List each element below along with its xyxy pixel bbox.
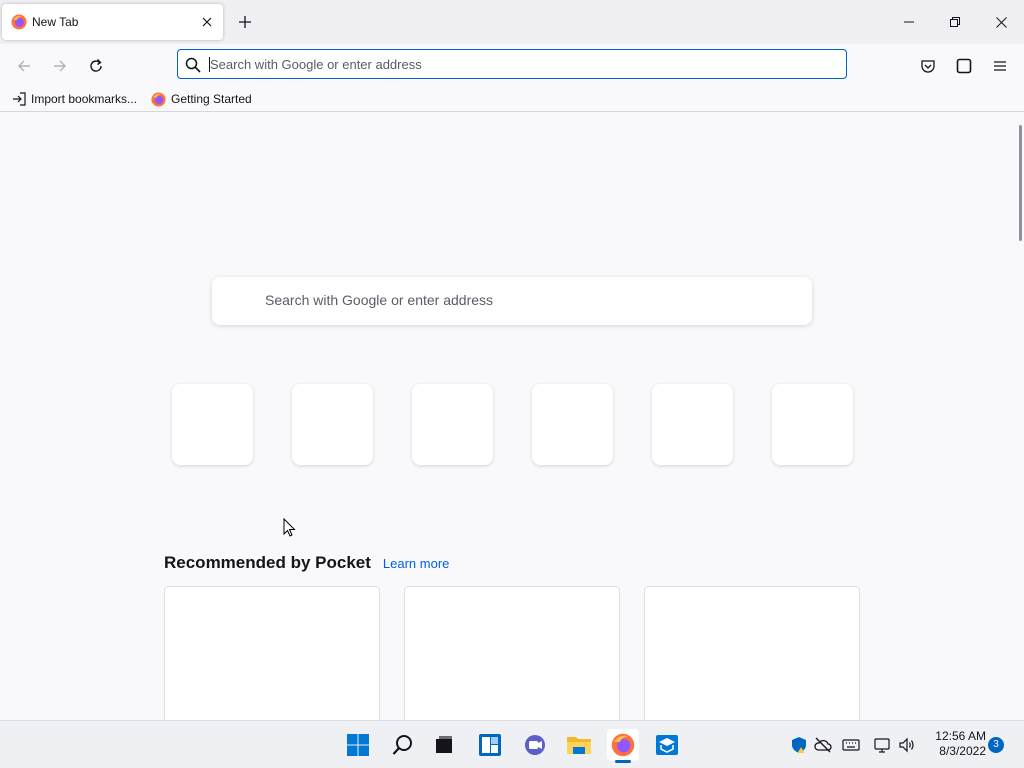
firefox-taskbar-button[interactable] — [607, 729, 639, 763]
bookmark-label: Import bookmarks... — [31, 92, 138, 106]
bookmarks-toolbar: Import bookmarks... Getting Started — [0, 86, 1024, 112]
windows-taskbar: 12:56 AM 8/3/2022 3 — [0, 720, 1024, 768]
firefox-icon — [151, 91, 166, 107]
address-bar[interactable] — [177, 49, 847, 79]
page-scrollbar[interactable] — [1016, 113, 1024, 720]
chat-button[interactable] — [519, 729, 551, 761]
search-icon — [185, 57, 201, 73]
app-menu-button[interactable] — [986, 52, 1014, 80]
navigation-toolbar — [0, 44, 1024, 86]
store-icon — [656, 735, 678, 755]
bookmark-label: Getting Started — [171, 92, 252, 106]
top-site-tile[interactable] — [772, 384, 853, 465]
file-explorer-button[interactable] — [563, 729, 595, 761]
pocket-button[interactable] — [914, 52, 942, 80]
security-tray-icon[interactable] — [789, 735, 809, 755]
top-site-tile[interactable] — [412, 384, 493, 465]
close-window-button[interactable] — [978, 6, 1024, 38]
reload-icon — [90, 59, 102, 72]
shield-warning-icon — [792, 737, 806, 753]
speaker-icon — [899, 737, 914, 753]
mouse-cursor-icon — [283, 518, 296, 537]
pocket-title: Recommended by Pocket — [164, 553, 371, 572]
restore-icon — [950, 17, 960, 27]
bookmark-import[interactable]: Import bookmarks... — [12, 89, 137, 109]
close-icon — [202, 17, 212, 27]
store-button[interactable] — [651, 729, 683, 761]
extensions-icon — [956, 58, 972, 74]
top-site-tile[interactable] — [172, 384, 253, 465]
newtab-search-placeholder: Search with Google or enter address — [265, 292, 494, 308]
bookmark-getting-started[interactable]: Getting Started — [151, 89, 252, 109]
tab-new-tab[interactable]: New Tab — [2, 4, 223, 40]
cloud-offline-icon — [814, 737, 832, 753]
task-view-button[interactable] — [428, 729, 460, 761]
extensions-button[interactable] — [950, 52, 978, 80]
taskbar-clock[interactable]: 12:56 AM 8/3/2022 — [926, 729, 986, 759]
firefox-icon — [11, 14, 27, 30]
firefox-icon — [611, 733, 635, 757]
widgets-button[interactable] — [474, 729, 506, 761]
pocket-card[interactable] — [404, 586, 620, 720]
keyboard-icon — [842, 739, 860, 751]
forward-arrow-icon — [54, 60, 66, 72]
minimize-icon — [904, 21, 914, 23]
task-view-icon — [436, 736, 452, 753]
top-site-tile[interactable] — [292, 384, 373, 465]
back-arrow-icon — [18, 60, 30, 72]
close-icon — [995, 16, 1007, 28]
start-icon — [347, 734, 369, 756]
forward-button[interactable] — [46, 52, 74, 80]
learn-more-link[interactable]: Learn more — [383, 556, 449, 571]
start-button[interactable] — [342, 729, 374, 761]
keyboard-tray-icon[interactable] — [841, 735, 861, 755]
active-app-indicator — [615, 760, 631, 763]
back-button[interactable] — [10, 52, 38, 80]
pocket-card[interactable] — [644, 586, 860, 720]
scrollbar-thumb[interactable] — [1019, 125, 1022, 241]
top-site-tile[interactable] — [532, 384, 613, 465]
clock-date: 8/3/2022 — [939, 744, 986, 758]
plus-icon — [239, 16, 251, 28]
chat-icon — [525, 735, 545, 755]
search-icon — [392, 735, 412, 755]
reload-button[interactable] — [82, 52, 110, 80]
close-tab-button[interactable] — [198, 13, 216, 31]
file-explorer-icon — [567, 737, 591, 754]
clock-time: 12:56 AM — [935, 729, 986, 743]
pocket-section-header: Recommended by Pocket Learn more — [164, 553, 449, 573]
pocket-icon — [921, 60, 935, 73]
top-site-tile[interactable] — [652, 384, 733, 465]
tab-strip: New Tab — [0, 0, 1024, 44]
notification-badge[interactable]: 3 — [988, 737, 1004, 753]
new-tab-button[interactable] — [233, 10, 257, 34]
restore-button[interactable] — [932, 6, 978, 38]
volume-tray-icon[interactable] — [897, 735, 917, 755]
widgets-icon — [479, 734, 501, 756]
tab-title: New Tab — [32, 15, 79, 29]
import-icon — [13, 92, 26, 106]
network-icon — [874, 738, 890, 753]
onedrive-tray-icon[interactable] — [813, 735, 833, 755]
pocket-card[interactable] — [164, 586, 380, 720]
hamburger-menu-icon — [994, 61, 1006, 71]
new-tab-page: Search with Google or enter address Reco… — [0, 113, 1024, 720]
text-caret — [209, 57, 210, 72]
newtab-search-box[interactable]: Search with Google or enter address — [212, 277, 812, 325]
minimize-button[interactable] — [886, 6, 932, 38]
network-tray-icon[interactable] — [873, 735, 893, 755]
address-input[interactable] — [210, 51, 830, 77]
taskbar-search-button[interactable] — [387, 729, 419, 761]
